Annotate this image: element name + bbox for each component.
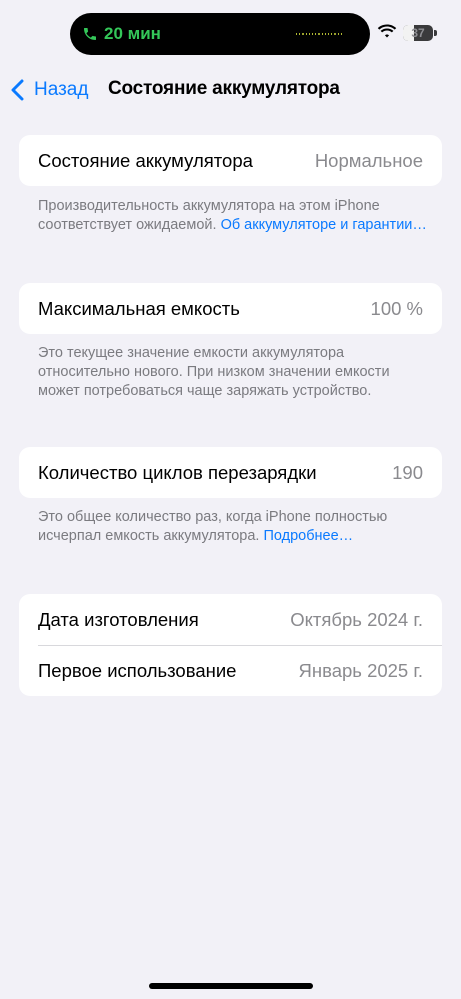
chevron-left-icon — [10, 79, 24, 101]
first-use-value: Январь 2025 г. — [298, 659, 423, 681]
max-capacity-label: Максимальная емкость — [38, 297, 240, 319]
page-title: Состояние аккумулятора — [108, 78, 340, 99]
dynamic-island-call[interactable]: 20 мин — [70, 13, 370, 55]
navigation-bar: Назад Состояние аккумулятора — [0, 68, 461, 112]
max-capacity-footnote: Это текущее значение емкости аккумулятор… — [38, 345, 390, 399]
battery-nub — [434, 30, 437, 36]
row-divider — [38, 645, 442, 646]
cycle-count-value: 190 — [392, 461, 423, 483]
battery-level: 37 — [411, 26, 425, 40]
battery-health-card: Состояние аккумулятора Нормальное — [19, 135, 442, 186]
battery-health-footnote: Производительность аккумулятора на этом … — [38, 197, 430, 235]
manufacture-date-value: Октябрь 2024 г. — [290, 608, 423, 630]
battery-health-row: Состояние аккумулятора Нормальное — [19, 135, 442, 186]
cycle-count-card: Количество циклов перезарядки 190 — [19, 447, 442, 498]
cycle-count-more-link[interactable]: Подробнее… — [263, 528, 353, 544]
battery-warranty-link[interactable]: Об аккумуляторе и гарантии… — [221, 217, 427, 233]
home-indicator[interactable] — [149, 983, 313, 989]
cycle-count-row: Количество циклов перезарядки 190 — [19, 447, 442, 498]
back-button[interactable]: Назад — [10, 76, 88, 104]
max-capacity-card: Максимальная емкость 100 % — [19, 283, 442, 334]
battery-health-label: Состояние аккумулятора — [38, 149, 253, 171]
first-use-row: Первое использование Январь 2025 г. — [19, 645, 442, 696]
cycle-count-footnote: Это общее количество раз, когда iPhone п… — [38, 508, 430, 546]
manufacture-date-row: Дата изготовления Октябрь 2024 г. — [19, 594, 442, 645]
wifi-icon — [377, 24, 397, 40]
max-capacity-row: Максимальная емкость 100 % — [19, 283, 442, 334]
max-capacity-value: 100 % — [370, 297, 423, 319]
first-use-label: Первое использование — [38, 659, 237, 681]
call-duration: 20 мин — [104, 24, 161, 43]
audio-waveform — [296, 32, 343, 36]
dates-card: Дата изготовления Октябрь 2024 г. Первое… — [19, 594, 442, 696]
battery-icon: 37 — [403, 25, 433, 41]
manufacture-date-label: Дата изготовления — [38, 608, 199, 630]
back-label: Назад — [34, 79, 89, 100]
phone-icon — [82, 25, 98, 43]
cycle-count-label: Количество циклов перезарядки — [38, 461, 317, 483]
battery-health-value: Нормальное — [314, 149, 423, 171]
